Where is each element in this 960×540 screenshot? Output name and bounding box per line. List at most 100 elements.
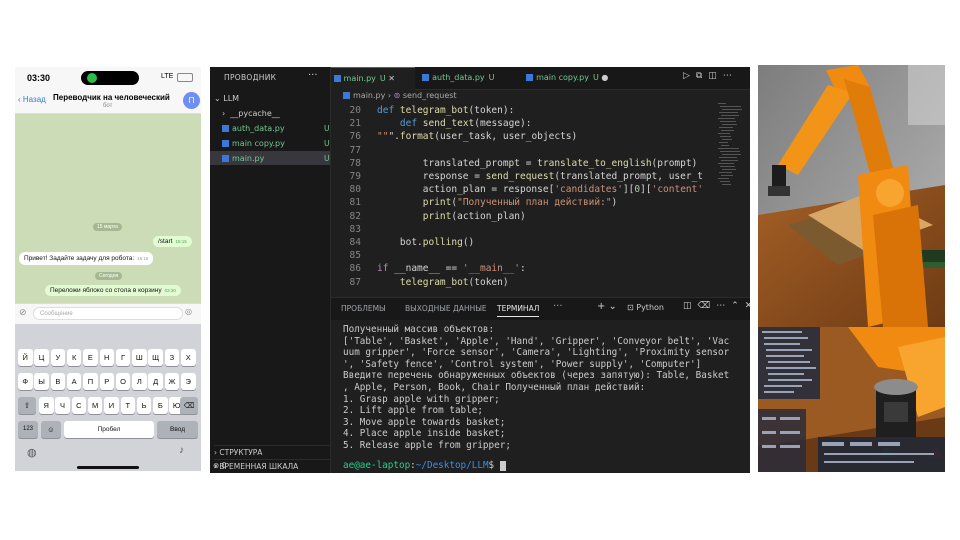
code-line[interactable]: response = send_request(translated_promp… — [377, 171, 717, 182]
backspace-key[interactable]: ⌫ — [180, 397, 198, 414]
code-line[interactable]: action_plan = response['candidates'][0][… — [377, 184, 717, 195]
line-number: 78 — [349, 157, 361, 169]
key[interactable]: Ф — [18, 373, 33, 390]
terminal-profile[interactable]: ⊡ Python — [627, 303, 664, 312]
timeline-section[interactable]: › ВРЕМЕННАЯ ШКАЛА — [214, 459, 330, 471]
key[interactable]: И — [104, 397, 119, 414]
numbers-key[interactable]: 123 — [18, 421, 38, 438]
folder-llm[interactable]: ⌄ LLM — [214, 94, 239, 103]
code-line[interactable]: """.format(user_task, user_objects) — [377, 131, 717, 142]
key[interactable]: О — [115, 373, 131, 390]
avatar[interactable]: П — [183, 92, 200, 109]
message-input[interactable]: Сообщение — [33, 307, 183, 320]
attach-icon[interactable]: ⊘ — [19, 307, 27, 318]
tab-main-py[interactable]: main.py U ✕ — [331, 67, 415, 90]
new-terminal-icon[interactable]: + ⌄ — [597, 301, 617, 312]
code-line[interactable]: print(action_plan) — [377, 211, 717, 222]
key[interactable]: Й — [18, 349, 33, 366]
key[interactable]: Ж — [164, 373, 180, 390]
emoji-key[interactable]: ☺ — [41, 421, 61, 438]
key[interactable]: К — [66, 349, 82, 366]
key[interactable]: Щ — [148, 349, 163, 366]
date-pill: 15 марта — [93, 223, 122, 231]
line-number: 21 — [349, 118, 361, 130]
tree-item-main-copy[interactable]: main copy.py U — [222, 139, 330, 148]
code-line[interactable]: translated_prompt = translate_to_english… — [377, 158, 717, 169]
split-editor-icon: ◫ — [708, 71, 723, 81]
date-pill: Сегодня — [95, 272, 123, 280]
key[interactable]: А — [66, 373, 82, 390]
key[interactable]: Е — [83, 349, 98, 366]
key[interactable]: Г — [115, 349, 131, 366]
key[interactable]: С — [71, 397, 87, 414]
status-warnings[interactable]: ⊗ 0 — [213, 461, 226, 470]
tree-item-main[interactable]: main.py U — [222, 154, 330, 163]
breadcrumb[interactable]: main.py › ⊚ send_request — [343, 91, 457, 100]
more-actions-icon[interactable]: ··· — [308, 70, 318, 81]
code-line[interactable]: if __name__ == '__main__': — [377, 263, 717, 274]
space-key[interactable]: Пробел — [64, 421, 154, 438]
microphone-icon[interactable]: ♪ — [179, 445, 184, 456]
shift-key[interactable]: ⇧ — [18, 397, 36, 414]
python-file-icon — [222, 125, 229, 132]
editor-actions[interactable]: ▷⧉◫⋯ — [683, 71, 738, 81]
globe-icon[interactable]: ◍ — [27, 446, 37, 459]
unsaved-dot-icon: ● — [601, 73, 609, 82]
terminal-line: 4. Place apple inside basket; — [343, 428, 506, 440]
code-line[interactable]: def send_text(message): — [377, 118, 717, 129]
more-icon[interactable]: ··· — [553, 301, 563, 312]
key[interactable]: В — [50, 373, 66, 390]
outline-section[interactable]: › СТРУКТУРА — [214, 445, 330, 457]
key[interactable]: У — [50, 349, 66, 366]
code-line[interactable]: def telegram_bot(token): — [377, 105, 717, 116]
key[interactable]: Б — [153, 397, 168, 414]
text-cursor — [499, 460, 506, 471]
status-time: 03:30 — [27, 73, 51, 83]
terminal-prompt[interactable]: ae@ae-laptop:~/Desktop/LLM$ — [343, 460, 506, 471]
terminal[interactable]: Полученный массив объектов: ['Table', 'Ba… — [213, 320, 750, 473]
key[interactable]: Н — [99, 349, 114, 366]
key[interactable]: Ч — [55, 397, 70, 414]
tab-main-copy[interactable]: main copy.py U ● — [521, 67, 631, 89]
key[interactable]: Т — [120, 397, 135, 414]
key[interactable]: Ь — [136, 397, 152, 414]
tab-terminal[interactable]: ТЕРМИНАЛ — [497, 304, 540, 317]
key[interactable]: М — [87, 397, 103, 414]
key[interactable]: Я — [39, 397, 54, 414]
tree-item-auth-data[interactable]: auth_data.py U — [222, 124, 330, 133]
key[interactable]: Х — [181, 349, 196, 366]
close-icon[interactable]: ✕ — [388, 74, 395, 83]
key[interactable]: Д — [148, 373, 163, 390]
key[interactable]: З — [164, 349, 180, 366]
code-line[interactable]: bot.polling() — [377, 237, 717, 248]
enter-key[interactable]: Ввод — [157, 421, 198, 438]
panel-actions[interactable]: ◫⌫⋯⌃✕ — [683, 301, 750, 311]
line-number: 85 — [349, 250, 361, 262]
tab-problems[interactable]: ПРОБЛЕМЫ — [341, 304, 386, 313]
key[interactable]: Р — [99, 373, 114, 390]
back-button[interactable]: ‹ Назад — [18, 95, 46, 104]
key[interactable]: Л — [132, 373, 147, 390]
compare-icon: ⧉ — [695, 71, 709, 81]
tree-item-pycache[interactable]: › __pycache__ — [222, 109, 280, 118]
back-label: Назад — [22, 95, 46, 104]
minimap[interactable] — [718, 103, 742, 193]
function-icon: ⊚ — [393, 91, 401, 100]
tab-auth-data[interactable]: auth_data.py U — [417, 67, 517, 89]
home-indicator — [77, 466, 139, 469]
message-in[interactable]: Привет! Задайте задачу для робота: 15:15 — [19, 252, 154, 265]
voice-icon[interactable]: ◎ — [185, 307, 192, 316]
terminal-line: 2. Lift apple from table; — [343, 405, 483, 417]
key[interactable]: Ы — [34, 373, 49, 390]
python-file-icon — [222, 140, 229, 147]
message-out[interactable]: Переложи яблоко со стола в корзину 03:30 — [45, 285, 181, 296]
terminal-line: uum gripper', 'Force sensor', 'Camera', … — [343, 347, 730, 359]
code-line[interactable]: telegram_bot(token) — [377, 277, 717, 288]
message-out[interactable]: /start 15:15 — [153, 236, 192, 247]
key[interactable]: Ц — [34, 349, 49, 366]
key[interactable]: Э — [181, 373, 196, 390]
code-line[interactable]: print("Полученный план действий:") — [377, 197, 717, 208]
key[interactable]: Ш — [132, 349, 147, 366]
tab-output[interactable]: ВЫХОДНЫЕ ДАННЫЕ — [405, 304, 487, 313]
key[interactable]: П — [83, 373, 98, 390]
